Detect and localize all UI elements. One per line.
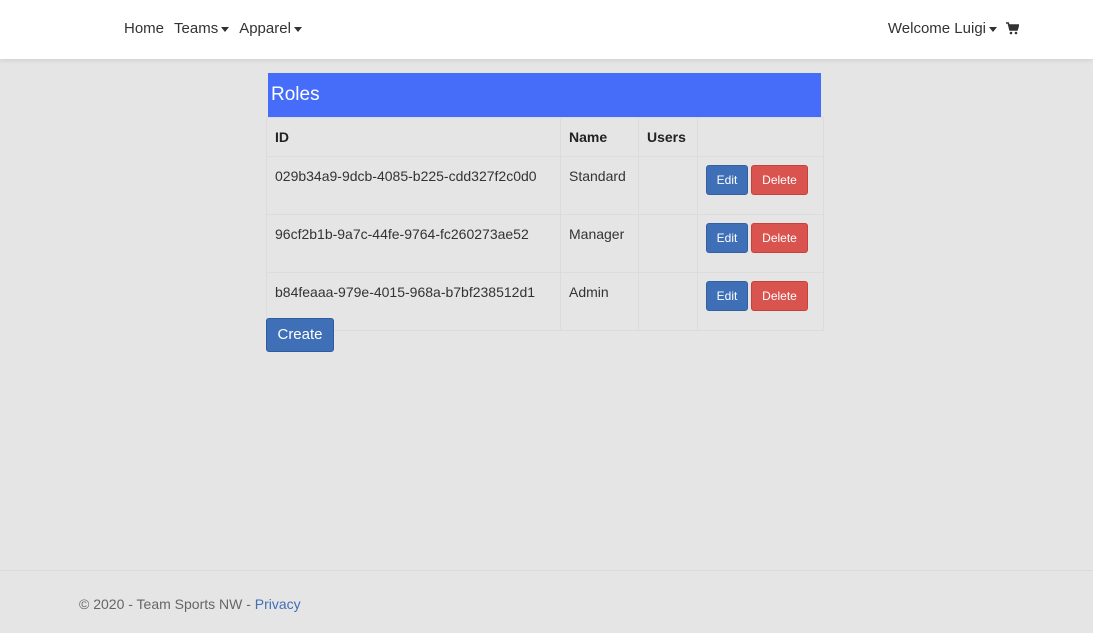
role-id-cell: 029b34a9-9dcb-4085-b225-cdd327f2c0d0 — [266, 156, 561, 215]
roles-panel-header: Roles — [268, 73, 821, 117]
nav-links: Home Teams Apparel — [124, 20, 312, 37]
edit-button[interactable]: Edit — [706, 165, 748, 195]
delete-button[interactable]: Delete — [751, 223, 808, 253]
nav-user-area: Welcome Luigi — [888, 20, 1020, 37]
table-row: 029b34a9-9dcb-4085-b225-cdd327f2c0d0 Sta… — [266, 156, 824, 215]
edit-button[interactable]: Edit — [706, 223, 748, 253]
footer-text-block: © 2020 - Team Sports NW - Privacy — [79, 596, 301, 612]
page-footer: © 2020 - Team Sports NW - Privacy — [0, 570, 1093, 633]
privacy-link[interactable]: Privacy — [255, 596, 301, 612]
role-name-cell: Standard — [560, 156, 639, 215]
user-menu-dropdown[interactable]: Welcome Luigi — [888, 20, 997, 37]
table-row: b84feaaa-979e-4015-968a-b7bf238512d1 Adm… — [266, 272, 824, 331]
nav-apparel-dropdown[interactable]: Apparel — [239, 20, 302, 37]
copyright-text: © 2020 - Team Sports NW - — [79, 596, 255, 612]
column-header-users: Users — [638, 117, 698, 157]
role-users-cell — [638, 272, 698, 331]
create-button[interactable]: Create — [266, 318, 334, 352]
row-actions: Edit Delete — [697, 272, 824, 331]
column-header-actions — [697, 117, 824, 157]
role-users-cell — [638, 156, 698, 215]
delete-button[interactable]: Delete — [751, 165, 808, 195]
roles-table: ID Name Users 029b34a9-9dcb-4085-b225-cd… — [266, 117, 824, 331]
nav-home-label: Home — [124, 20, 165, 37]
column-header-id: ID — [266, 117, 561, 157]
nav-home-link[interactable]: Home — [124, 20, 164, 37]
role-users-cell — [638, 214, 698, 273]
role-id-cell: 96cf2b1b-9a7c-44fe-9764-fc260273ae52 — [266, 214, 561, 273]
caret-down-icon — [221, 26, 230, 32]
nav-teams-dropdown[interactable]: Teams — [174, 20, 230, 37]
row-actions: Edit Delete — [697, 214, 824, 273]
column-header-name: Name — [560, 117, 639, 157]
caret-down-icon — [989, 26, 997, 32]
caret-down-icon — [293, 26, 302, 32]
nav-teams-label: Teams — [174, 20, 219, 37]
welcome-label: Welcome Luigi — [887, 20, 986, 37]
delete-button[interactable]: Delete — [751, 281, 808, 311]
role-name-cell: Admin — [560, 272, 639, 331]
table-header-row: ID Name Users — [266, 117, 824, 157]
nav-apparel-label: Apparel — [239, 20, 291, 37]
role-name-cell: Manager — [560, 214, 639, 273]
edit-button[interactable]: Edit — [706, 281, 748, 311]
top-navbar: Home Teams Apparel Welcome Luigi — [0, 0, 1093, 59]
shopping-cart-icon[interactable] — [1006, 22, 1020, 35]
page-title: Roles — [271, 84, 320, 105]
table-row: 96cf2b1b-9a7c-44fe-9764-fc260273ae52 Man… — [266, 214, 824, 273]
row-actions: Edit Delete — [697, 156, 824, 215]
